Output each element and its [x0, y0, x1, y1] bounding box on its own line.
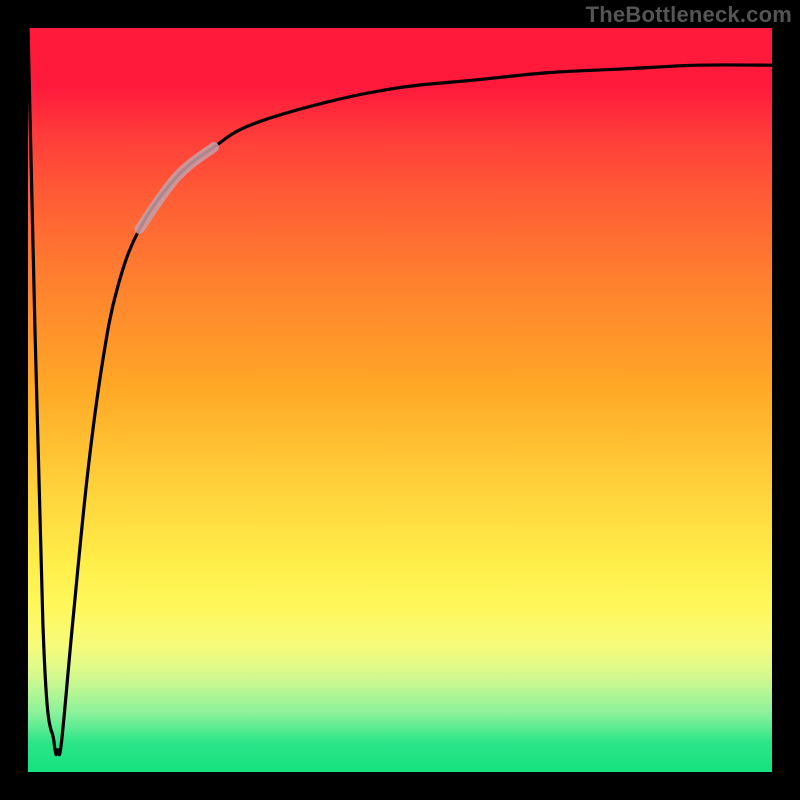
bottleneck-curve-path — [28, 28, 772, 755]
bottleneck-curve-highlight — [140, 147, 214, 229]
plot-area — [28, 28, 772, 772]
watermark-text: TheBottleneck.com — [586, 2, 792, 28]
plot-frame — [20, 28, 780, 788]
curve-svg — [28, 28, 772, 772]
chart-root: TheBottleneck.com — [0, 0, 800, 800]
